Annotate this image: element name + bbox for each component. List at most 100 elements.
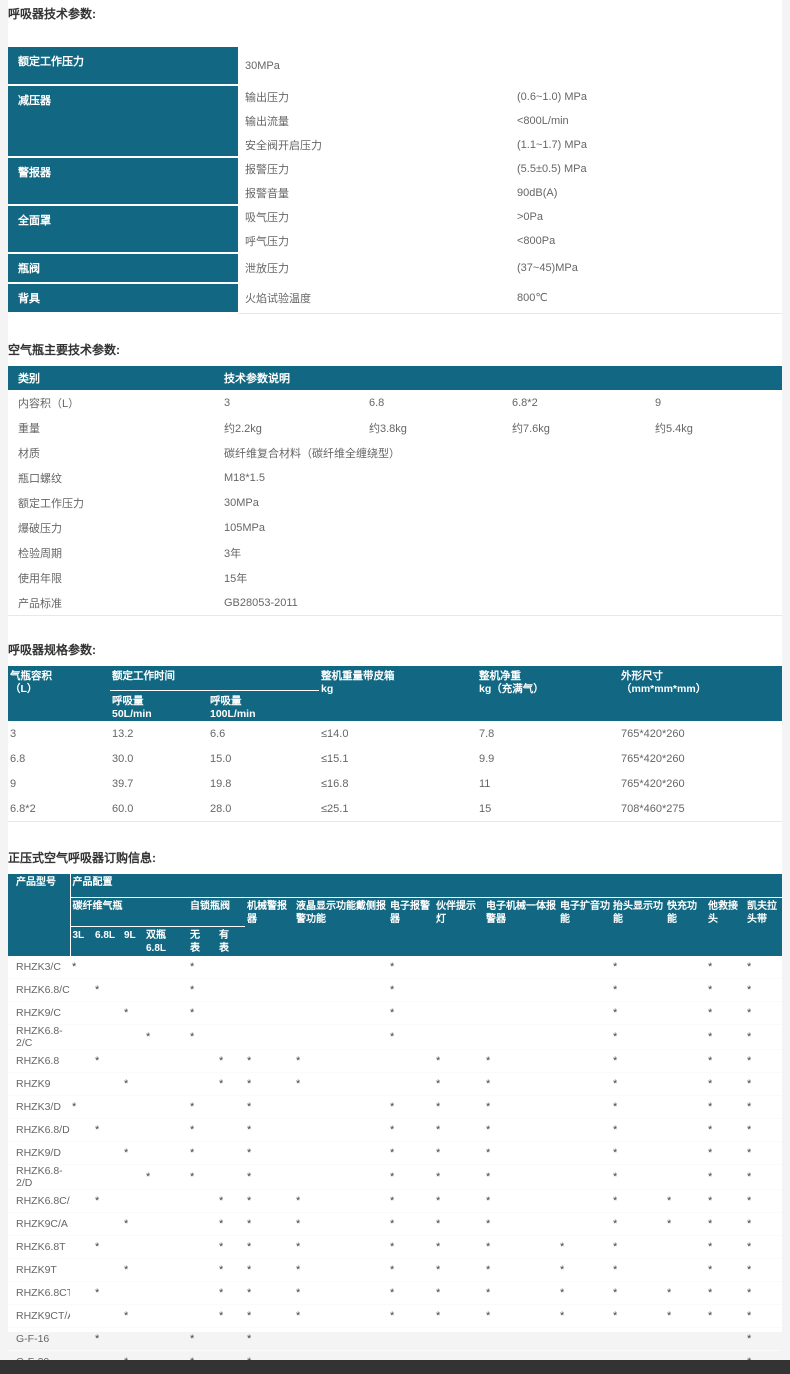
ordering-mark-cell: * — [93, 1050, 122, 1073]
tech-item-cell: 吸气压力 — [238, 205, 510, 229]
cylinder-params-table: 类别 技术参数说明 内容积（L）36.86.8*29重量约2.2kg约3.8kg… — [8, 366, 782, 616]
ordering-row: RHZK6.8-2/C****** — [8, 1025, 782, 1050]
ordering-mark-cell: * — [611, 1050, 665, 1073]
ordering-mark-cell — [93, 1259, 122, 1282]
ordering-mark-cell: * — [706, 1213, 745, 1236]
ordering-mark-cell: * — [388, 1142, 434, 1165]
ordering-mark-cell: * — [217, 1073, 245, 1096]
ordering-mark-cell: * — [217, 1259, 245, 1282]
ordering-mark-cell — [122, 956, 144, 979]
ordering-mark-cell — [558, 1190, 611, 1213]
ordering-mark-cell — [93, 1096, 122, 1119]
ordering-mark-cell: * — [122, 1142, 144, 1165]
ordering-mark-cell — [188, 1282, 217, 1305]
ordering-mark-cell: * — [665, 1190, 706, 1213]
ordering-mark-cell — [665, 1236, 706, 1259]
ordering-mark-cell: * — [245, 1236, 294, 1259]
ordering-mark-cell — [294, 979, 388, 1002]
spec-value-cell: 13.2 — [110, 721, 208, 746]
ordering-mark-cell: * — [706, 1165, 745, 1190]
tech-item-cell: 输出流量 — [238, 109, 510, 133]
tech-row: 瓶阀泄放压力(37~45)MPa — [8, 253, 782, 283]
ordering-mark-cell: * — [144, 1165, 188, 1190]
ordering-header-with-gauge: 有 表 — [217, 927, 245, 957]
ordering-mark-cell — [144, 1142, 188, 1165]
ordering-mark-cell — [144, 979, 188, 1002]
ordering-mark-cell — [70, 1002, 93, 1025]
ordering-mark-cell — [93, 1213, 122, 1236]
ordering-mark-cell — [144, 1259, 188, 1282]
ordering-header-rescue-connector: 他救接头 — [706, 898, 745, 957]
ordering-header-electronic-alarm: 电子报警器 — [388, 898, 434, 957]
ordering-mark-cell: * — [388, 1259, 434, 1282]
ordering-mark-cell — [188, 1213, 217, 1236]
ordering-mark-cell: * — [188, 1096, 217, 1119]
ordering-mark-cell: * — [434, 1282, 484, 1305]
ordering-mark-cell — [70, 979, 93, 1002]
cylinder-label-cell: 瓶口螺纹 — [8, 465, 222, 490]
spec-header-breath-100: 呼吸量 100L/min — [208, 691, 319, 722]
ordering-row: RHZK6.8/C****** — [8, 979, 782, 1002]
ordering-mark-cell — [93, 956, 122, 979]
ordering-mark-cell — [144, 1282, 188, 1305]
ordering-mark-cell: * — [434, 1142, 484, 1165]
ordering-mark-cell — [484, 1025, 558, 1050]
ordering-mark-cell: * — [188, 1165, 217, 1190]
cylinder-value-cell: 约7.6kg — [510, 415, 653, 440]
ordering-mark-cell — [294, 1142, 388, 1165]
ordering-mark-cell — [245, 1002, 294, 1025]
spec-value-cell: ≤25.1 — [319, 796, 477, 822]
ordering-mark-cell: * — [484, 1259, 558, 1282]
ordering-mark-cell: * — [122, 1213, 144, 1236]
ordering-mark-cell — [144, 1190, 188, 1213]
ordering-mark-cell: * — [93, 1190, 122, 1213]
ordering-mark-cell — [188, 1073, 217, 1096]
tech-row: 背具火焰试验温度800℃ — [8, 283, 782, 313]
ordering-header-amplifier: 电子扩音功能 — [558, 898, 611, 957]
ordering-mark-cell — [93, 1025, 122, 1050]
ordering-mark-cell — [434, 979, 484, 1002]
ordering-mark-cell — [665, 1259, 706, 1282]
ordering-mark-cell: * — [611, 1190, 665, 1213]
ordering-mark-cell: * — [745, 1073, 782, 1096]
tech-item-cell: 报警压力 — [238, 157, 510, 181]
ordering-mark-cell: * — [611, 1213, 665, 1236]
ordering-mark-cell: * — [388, 1096, 434, 1119]
spec-value-cell: 6.6 — [208, 721, 319, 746]
ordering-mark-cell — [70, 1328, 93, 1351]
ordering-mark-cell: * — [434, 1305, 484, 1328]
ordering-row: RHZK6.8********* — [8, 1050, 782, 1073]
ordering-mark-cell — [388, 1073, 434, 1096]
cylinder-row: 瓶口螺纹M18*1.5 — [8, 465, 782, 490]
cylinder-row: 重量约2.2kg约3.8kg约7.6kg约5.4kg — [8, 415, 782, 440]
ordering-mark-cell: * — [434, 1236, 484, 1259]
ordering-mark-cell — [144, 1328, 188, 1351]
cylinder-label-cell: 内容积（L） — [8, 390, 222, 415]
ordering-model-cell: RHZK3/C — [8, 956, 70, 979]
spec-row: 939.719.8≤16.811765*420*260 — [8, 771, 782, 796]
spec-value-cell: ≤15.1 — [319, 746, 477, 771]
ordering-mark-cell — [388, 1050, 434, 1073]
cylinder-row: 检验周期3年 — [8, 540, 782, 565]
ordering-mark-cell: * — [294, 1282, 388, 1305]
tech-value-cell: 800℃ — [510, 283, 782, 313]
spec-value-cell: 3 — [8, 721, 110, 746]
ordering-mark-cell: * — [484, 1096, 558, 1119]
tech-value-cell: (5.5±0.5) MPa — [510, 157, 782, 181]
ordering-mark-cell — [294, 1328, 388, 1351]
footer-bar — [0, 1360, 790, 1374]
cylinder-params-tbody: 内容积（L）36.86.8*29重量约2.2kg约3.8kg约7.6kg约5.4… — [8, 390, 782, 616]
ordering-mark-cell — [122, 1025, 144, 1050]
ordering-mark-cell — [217, 1142, 245, 1165]
ordering-mark-cell: * — [558, 1282, 611, 1305]
ordering-mark-cell — [188, 1236, 217, 1259]
ordering-mark-cell — [434, 1002, 484, 1025]
ordering-mark-cell — [188, 1259, 217, 1282]
ordering-model-cell: RHZK3/D — [8, 1096, 70, 1119]
ordering-row: RHZK9T*********** — [8, 1259, 782, 1282]
spec-value-cell: 11 — [477, 771, 619, 796]
ordering-row: RHZK6.8C/A*********** — [8, 1190, 782, 1213]
spec-header-breath-50: 呼吸量 50L/min — [110, 691, 208, 722]
ordering-mark-cell — [484, 956, 558, 979]
ordering-mark-cell: * — [611, 956, 665, 979]
